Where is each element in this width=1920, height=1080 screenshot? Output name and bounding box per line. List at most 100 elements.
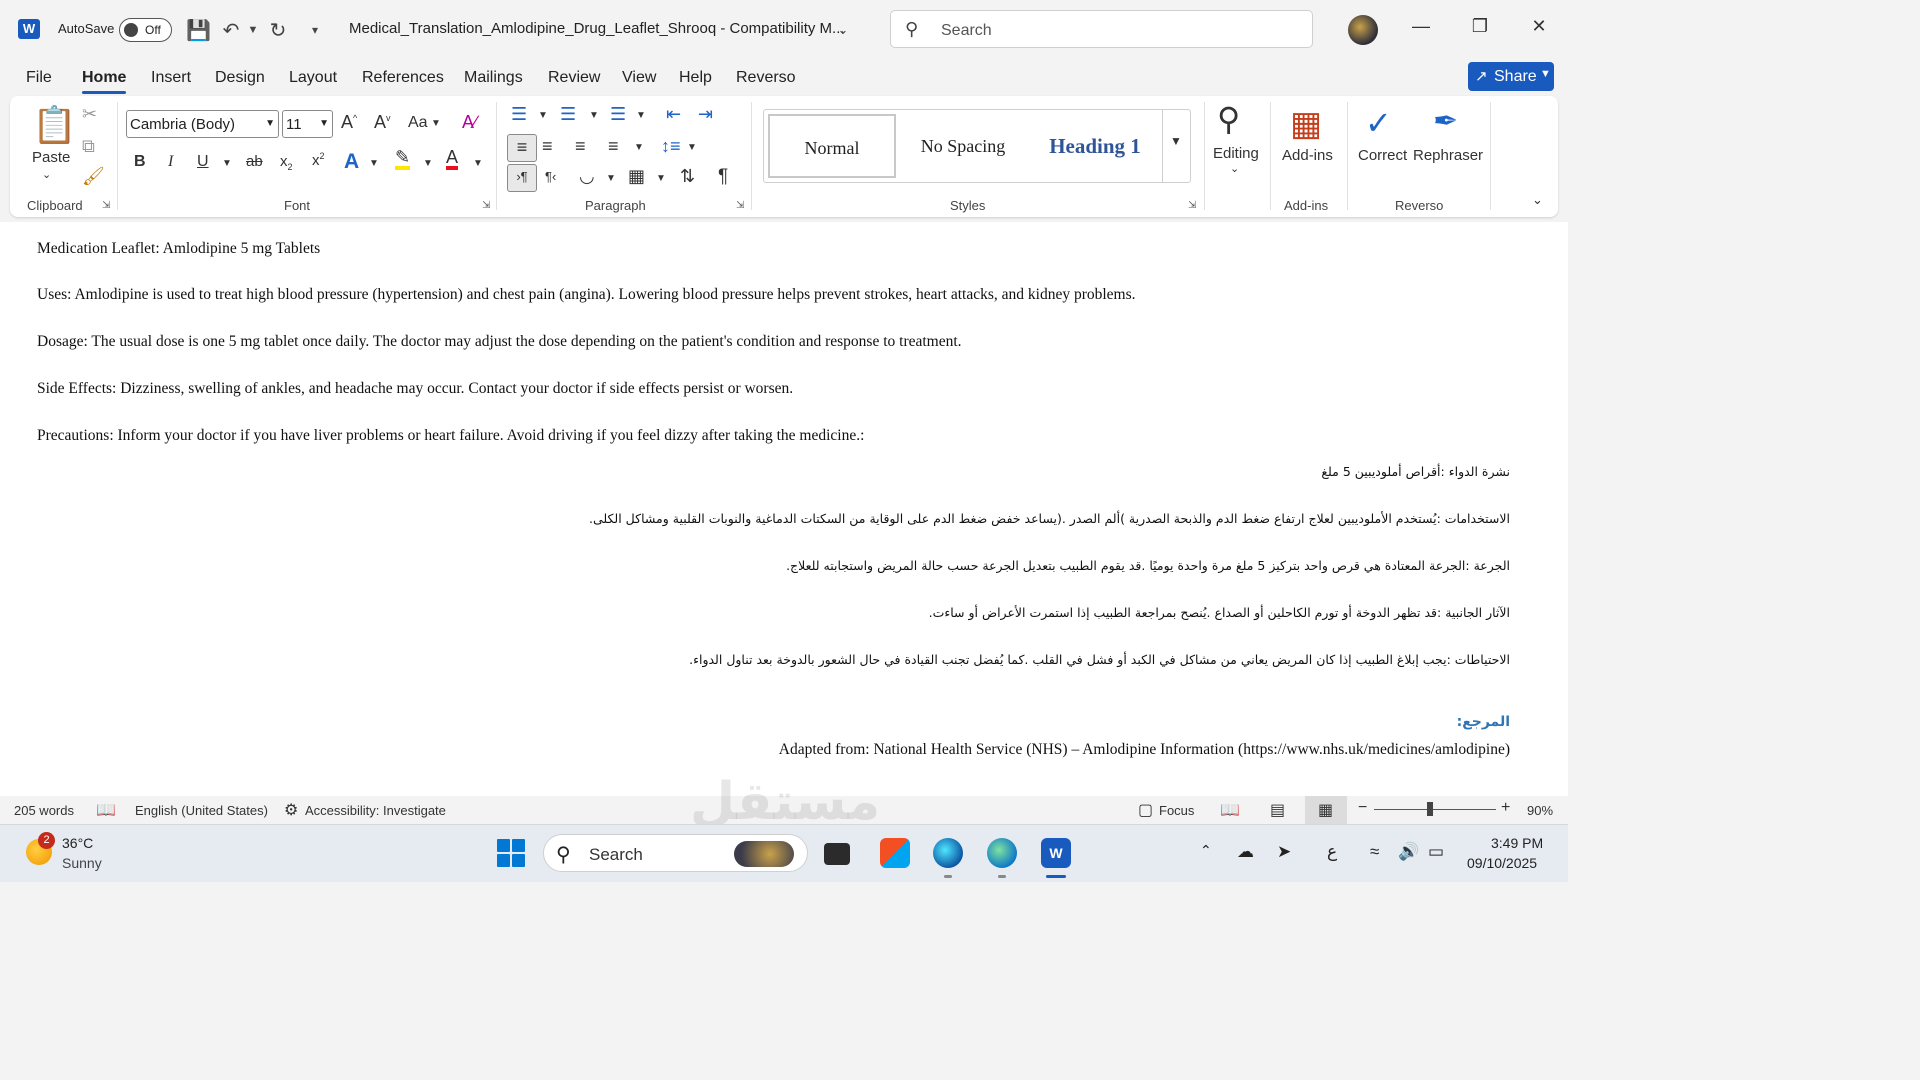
word-count[interactable]: 205 words — [14, 803, 74, 818]
doc-title-en[interactable]: Medication Leaflet: Amlodipine 5 mg Tabl… — [37, 240, 320, 258]
italic-icon[interactable]: I — [168, 153, 173, 171]
title-chevron-down-icon[interactable]: ⌄ — [832, 22, 854, 38]
share-button[interactable]: ↗ Share ▼ — [1468, 62, 1554, 91]
close-icon[interactable]: ✕ — [1524, 16, 1554, 37]
edge-icon[interactable] — [933, 838, 963, 868]
paste-label[interactable]: Paste — [32, 149, 70, 166]
taskbar-search[interactable]: ⚲ Search — [543, 834, 808, 872]
line-spacing-chevron-icon[interactable]: ▼ — [687, 142, 697, 153]
change-case-button[interactable]: Aa — [408, 114, 428, 132]
print-layout-icon[interactable]: ▤ — [1270, 800, 1285, 820]
strikethrough-icon[interactable]: ab — [246, 153, 263, 170]
shading-chevron-icon[interactable]: ▼ — [606, 173, 616, 184]
superscript-icon[interactable]: x2 — [312, 151, 325, 169]
doc-title-ar[interactable]: نشرة الدواء :أقراص أملوديبين 5 ملغ — [1321, 464, 1510, 479]
shading-icon[interactable]: ◡ — [579, 166, 595, 187]
proofing-icon[interactable]: 📖 — [96, 800, 116, 820]
document-title[interactable]: Medical_Translation_Amlodipine_Drug_Leaf… — [349, 20, 845, 37]
paragraph-launcher-icon[interactable]: ⇲ — [736, 200, 744, 211]
user-avatar[interactable] — [1348, 15, 1378, 45]
doc-side-effects-en[interactable]: Side Effects: Dizziness, swelling of ank… — [37, 380, 793, 398]
numbering-icon[interactable]: ☰ — [560, 104, 576, 125]
clock-time[interactable]: 3:49 PM — [1491, 835, 1543, 851]
start-windows-icon[interactable] — [497, 839, 525, 867]
highlight-icon[interactable]: ✎ — [395, 148, 411, 170]
onedrive-icon[interactable]: ☁ — [1237, 842, 1254, 862]
find-magnifier-icon[interactable]: ⚲ — [1217, 100, 1240, 138]
shrink-font-icon[interactable]: Av — [374, 112, 391, 133]
tab-home[interactable]: Home — [82, 69, 127, 94]
tab-layout[interactable]: Layout — [289, 69, 337, 87]
styles-more-button[interactable]: ▼ — [1162, 110, 1190, 182]
focus-label[interactable]: Focus — [1159, 803, 1194, 818]
zoom-in-icon[interactable]: + — [1501, 799, 1510, 817]
clear-formatting-icon[interactable]: A∕ — [462, 112, 477, 133]
accessibility-icon[interactable]: ⚙ — [284, 800, 298, 820]
style-heading-1[interactable]: Heading 1 — [1030, 114, 1160, 178]
autosave-toggle[interactable]: Off — [119, 18, 172, 42]
change-case-chevron-icon[interactable]: ▼ — [431, 118, 441, 129]
weather-condition[interactable]: Sunny — [62, 855, 102, 871]
reference-heading[interactable]: المرجع: — [1457, 714, 1510, 730]
bullets-icon[interactable]: ☰ — [511, 104, 527, 125]
borders-chevron-icon[interactable]: ▼ — [656, 173, 666, 184]
paste-chevron-icon[interactable]: ⌄ — [42, 168, 51, 181]
editing-chevron-icon[interactable]: ⌄ — [1230, 162, 1239, 175]
justify-icon[interactable]: ≡ — [608, 136, 619, 157]
grow-font-icon[interactable]: A^ — [341, 112, 357, 133]
subscript-icon[interactable]: x2 — [280, 153, 293, 172]
justify-chevron-icon[interactable]: ▼ — [634, 142, 644, 153]
doc-uses-en[interactable]: Uses: Amlodipine is used to treat high b… — [37, 286, 1136, 304]
text-effects-icon[interactable]: A — [344, 150, 359, 174]
doc-dosage-en[interactable]: Dosage: The usual dose is one 5 mg table… — [37, 333, 962, 351]
align-center-icon[interactable]: ≡ — [542, 136, 553, 157]
editing-label[interactable]: Editing — [1213, 145, 1259, 162]
align-left-icon[interactable]: ≡ — [507, 134, 537, 162]
doc-precautions-en[interactable]: Precautions: Inform your doctor if you h… — [37, 427, 864, 445]
doc-uses-ar[interactable]: الاستخدامات :يُستخدم الأملوديبين لعلاج ا… — [589, 511, 1510, 526]
styles-launcher-icon[interactable]: ⇲ — [1188, 200, 1196, 211]
doc-side-effects-ar[interactable]: الآثار الجانبية :قد تظهر الدوخة أو تورم … — [929, 605, 1510, 620]
doc-dosage-ar[interactable]: الجرعة :الجرعة المعتادة هي قرص واحد بترك… — [786, 558, 1510, 573]
font-name-select[interactable]: Cambria (Body) ▼ — [126, 110, 279, 138]
search-box[interactable]: ⚲ Search — [890, 10, 1313, 48]
microsoft-store-icon[interactable] — [880, 838, 910, 868]
edge-profile-icon[interactable] — [987, 838, 1017, 868]
highlight-chevron-icon[interactable]: ▼ — [423, 158, 433, 169]
bold-icon[interactable]: B — [134, 153, 146, 171]
wifi-icon[interactable]: ≈ — [1370, 842, 1379, 862]
rtl-direction-icon[interactable]: ¶‹ — [545, 169, 556, 184]
rephraser-label[interactable]: Rephraser — [1413, 147, 1483, 164]
web-layout-icon[interactable]: ▦ — [1318, 800, 1333, 820]
tab-reverso[interactable]: Reverso — [736, 69, 796, 87]
tab-insert[interactable]: Insert — [151, 69, 191, 87]
align-right-icon[interactable]: ≡ — [575, 136, 586, 157]
style-normal[interactable]: Normal — [768, 114, 896, 178]
correct-check-icon[interactable]: ✓ — [1365, 104, 1392, 142]
weather-temperature[interactable]: 36°C — [62, 835, 93, 851]
rephraser-feather-icon[interactable]: ✒ — [1433, 104, 1458, 139]
customize-toolbar-icon[interactable]: ▾ — [304, 23, 326, 37]
addins-grid-icon[interactable]: ▦ — [1290, 104, 1322, 144]
undo-dropdown-icon[interactable]: ▼ — [242, 24, 264, 36]
clipboard-launcher-icon[interactable]: ⇲ — [102, 200, 110, 211]
read-mode-icon[interactable]: 📖 — [1220, 800, 1240, 820]
correct-label[interactable]: Correct — [1358, 147, 1407, 164]
tab-references[interactable]: References — [362, 69, 444, 87]
numbering-chevron-icon[interactable]: ▼ — [589, 110, 599, 121]
increase-indent-icon[interactable]: ⇥ — [698, 104, 713, 125]
tab-design[interactable]: Design — [215, 69, 265, 87]
tab-mailings[interactable]: Mailings — [464, 69, 523, 87]
show-hidden-icons-icon[interactable]: ⌃ — [1200, 842, 1212, 859]
addins-label[interactable]: Add-ins — [1282, 147, 1333, 164]
reference-text[interactable]: Adapted from: National Health Service (N… — [779, 741, 1510, 759]
show-formatting-icon[interactable]: ¶ — [718, 166, 728, 188]
zoom-slider-thumb[interactable] — [1427, 802, 1433, 816]
zoom-slider-track[interactable] — [1374, 809, 1496, 810]
volume-icon[interactable]: 🔊 — [1398, 842, 1419, 862]
location-arrow-icon[interactable]: ➤ — [1277, 842, 1291, 862]
tab-help[interactable]: Help — [679, 69, 712, 87]
multilevel-list-icon[interactable]: ☰ — [610, 104, 626, 125]
doc-precautions-ar[interactable]: الاحتياطات :يجب إبلاغ الطبيب إذا كان الم… — [689, 652, 1510, 667]
sort-icon[interactable]: ⇅ — [680, 166, 695, 187]
